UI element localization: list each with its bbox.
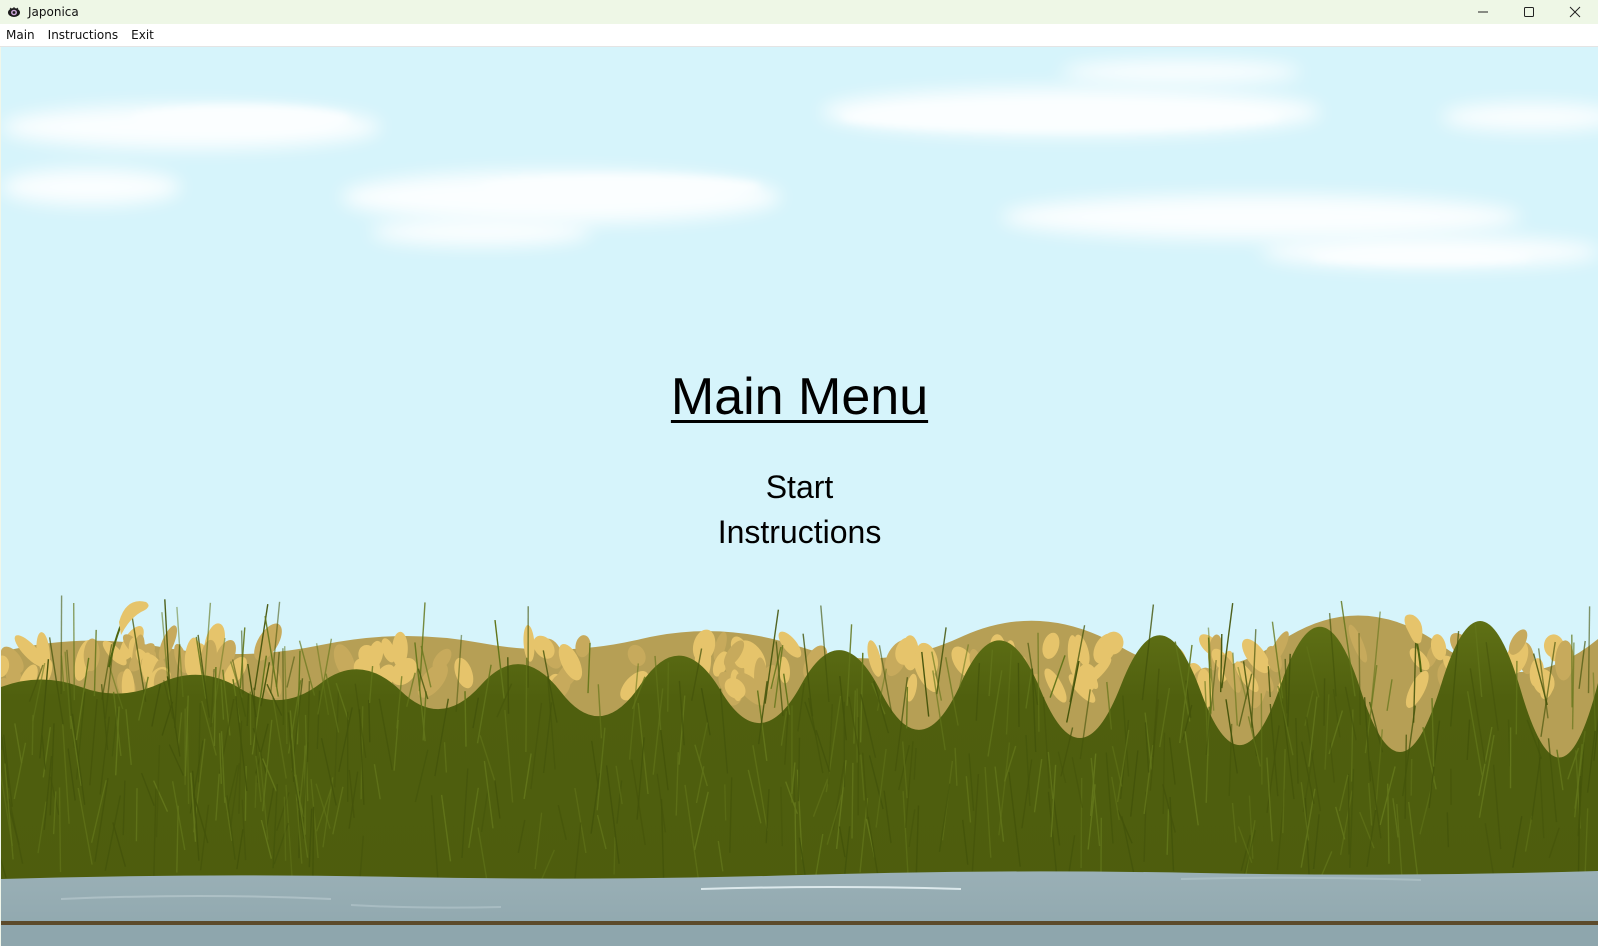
- app-window: Japonica Main Instructions Exit Main Men…: [0, 0, 1598, 946]
- menu-bar: Main Instructions Exit: [0, 24, 1598, 47]
- window-controls: [1460, 0, 1598, 24]
- close-icon: [1569, 6, 1581, 18]
- maximize-button[interactable]: [1506, 0, 1552, 24]
- menu-item-main[interactable]: Main: [0, 28, 42, 42]
- instructions-option: Instructions: [1, 514, 1598, 551]
- maximize-icon: [1524, 7, 1534, 17]
- menu-item-exit[interactable]: Exit: [125, 28, 161, 42]
- close-button[interactable]: [1552, 0, 1598, 24]
- minimize-icon: [1478, 11, 1488, 13]
- app-eye-icon: [6, 4, 22, 20]
- window-title: Japonica: [28, 5, 79, 19]
- instructions-button[interactable]: Instructions: [718, 514, 882, 550]
- game-canvas[interactable]: Main Menu Start Instructions: [1, 47, 1598, 946]
- title-bar: Japonica: [0, 0, 1598, 24]
- start-button[interactable]: Start: [766, 469, 834, 505]
- menu-item-instructions[interactable]: Instructions: [42, 28, 125, 42]
- minimize-button[interactable]: [1460, 0, 1506, 24]
- main-menu-title: Main Menu: [670, 368, 929, 426]
- start-option: Start: [1, 469, 1598, 506]
